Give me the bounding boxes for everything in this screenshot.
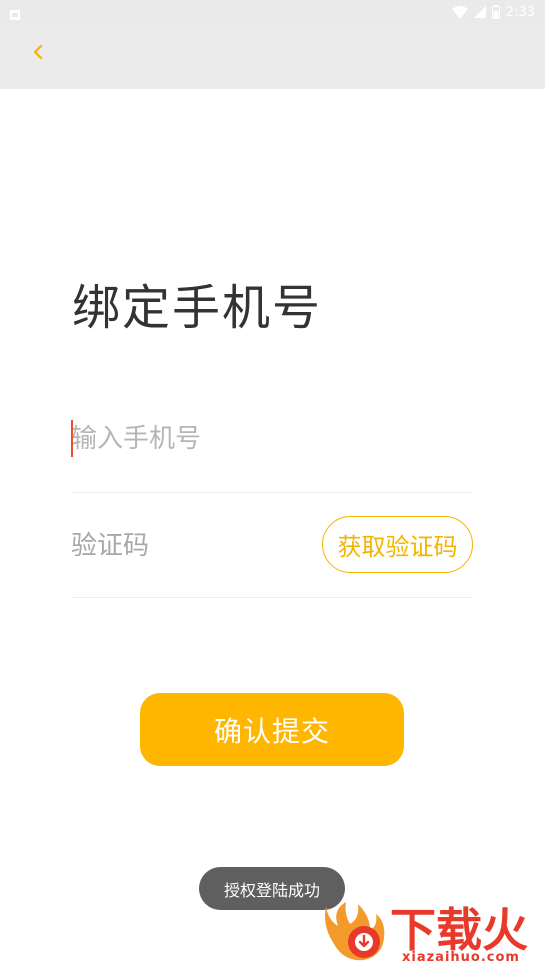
app-bar [0, 24, 545, 89]
back-button[interactable] [18, 34, 58, 74]
wifi-icon [451, 5, 468, 19]
phone-input[interactable] [71, 417, 473, 461]
chevron-left-icon [32, 44, 44, 64]
notification-icon [9, 6, 21, 20]
page-title: 绑定手机号 [72, 280, 323, 336]
submit-button[interactable]: 确认提交 [140, 693, 404, 766]
flame-logo-icon [320, 896, 392, 969]
text-caret [71, 420, 73, 457]
code-row: 获取验证码 [71, 494, 473, 598]
phone-row [71, 405, 473, 493]
get-code-button[interactable]: 获取验证码 [322, 516, 473, 573]
clock: 2:33 [505, 4, 535, 20]
watermark-domain: xiazaihuo.com [402, 950, 520, 965]
status-bar: 2:33 [0, 0, 545, 24]
battery-icon [491, 5, 500, 19]
watermark: 下载火 xiazaihuo.com [320, 896, 545, 969]
status-indicators: 2:33 [451, 3, 535, 21]
verification-code-input[interactable] [71, 524, 311, 568]
cell-signal-icon [473, 6, 486, 18]
